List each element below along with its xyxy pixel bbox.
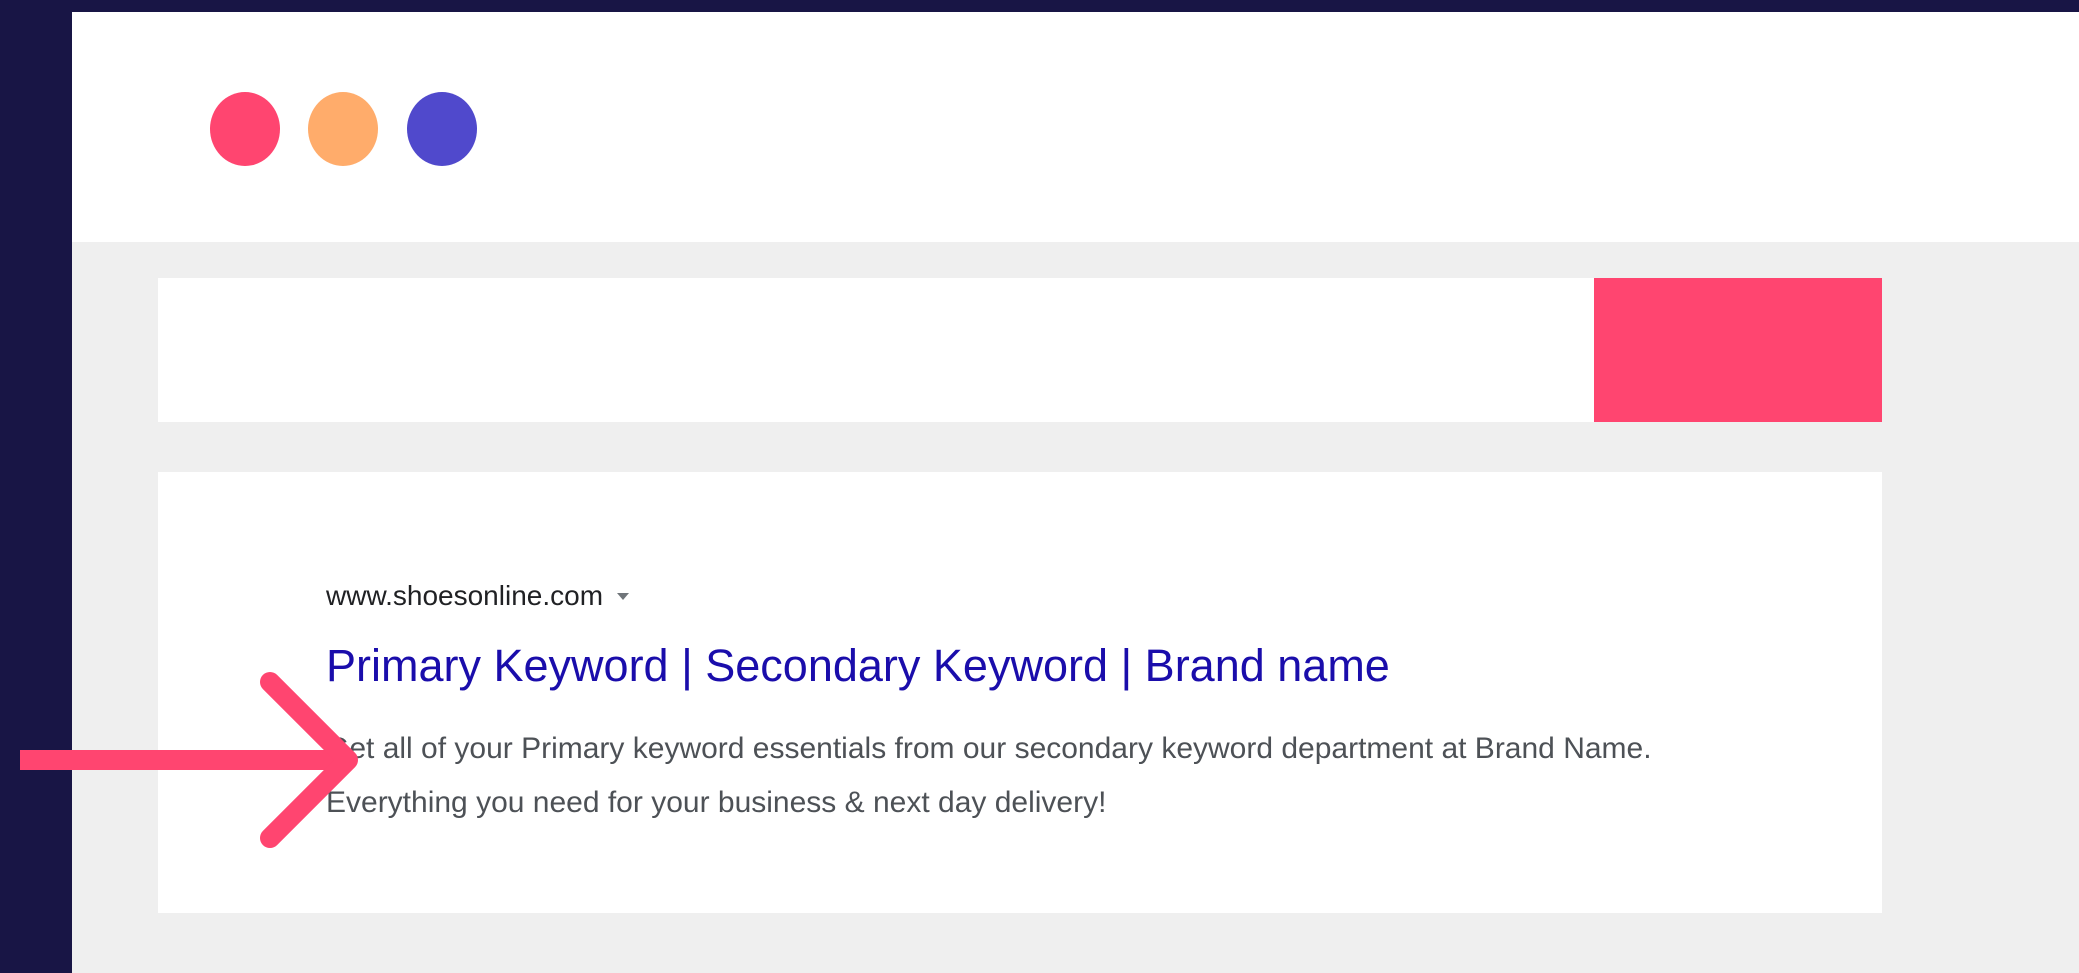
search-input[interactable] (158, 278, 1594, 422)
result-url[interactable]: www.shoesonline.com (326, 580, 603, 612)
arrow-right-icon (20, 672, 358, 848)
result-url-row: www.shoesonline.com (326, 578, 630, 614)
caret-down-icon[interactable] (617, 592, 630, 600)
search-button[interactable] (1594, 278, 1882, 422)
window-titlebar (72, 12, 2079, 242)
minimize-window-button[interactable] (308, 92, 378, 166)
result-description: Get all of your Primary keyword essentia… (326, 732, 1652, 819)
close-window-button[interactable] (210, 92, 280, 166)
maximize-window-button[interactable] (407, 92, 477, 166)
search-result-card: www.shoesonline.com Primary Keyword | Se… (158, 472, 1882, 913)
result-title-link[interactable]: Primary Keyword | Secondary Keyword | Br… (326, 640, 1390, 692)
